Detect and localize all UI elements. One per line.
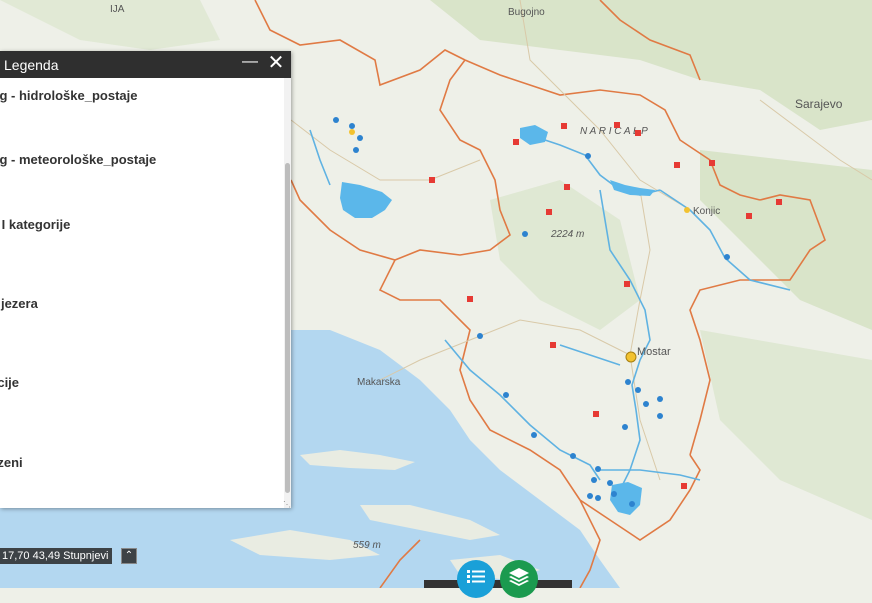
meteo-station-marker[interactable] (513, 139, 519, 145)
minimize-icon[interactable]: — (242, 53, 258, 73)
hydro-station-marker[interactable] (724, 254, 730, 260)
close-icon[interactable]: ✕ (266, 52, 286, 74)
hydro-station-marker[interactable] (629, 501, 635, 507)
hydro-station-marker[interactable] (522, 231, 528, 237)
meteo-station-marker[interactable] (467, 296, 473, 302)
meteo-station-marker[interactable] (624, 281, 630, 287)
hydro-station-marker[interactable] (591, 477, 597, 483)
hydro-station-marker[interactable] (622, 424, 628, 430)
hydro-station-marker[interactable] (477, 333, 483, 339)
legend-widget-button[interactable] (457, 560, 495, 598)
legend-title: Legenda (4, 57, 59, 73)
hydro-station-marker[interactable] (657, 413, 663, 419)
hydro-station-marker[interactable] (333, 117, 339, 123)
hydro-station-marker[interactable] (607, 480, 613, 486)
hydro-station-marker[interactable] (595, 466, 601, 472)
meteo-station-marker[interactable] (746, 213, 752, 219)
meteo-station-marker[interactable] (674, 162, 680, 168)
legend-item-meteo[interactable]: itoring - meteorološke_postaje (0, 152, 156, 167)
legend-scrollbar[interactable] (284, 78, 291, 508)
legend-scrollbar-thumb[interactable] (285, 163, 290, 493)
legend-item-reservoirs[interactable]: mulacije (0, 375, 19, 390)
hydro-station-marker[interactable] (503, 392, 509, 398)
hydro-station-marker[interactable] (625, 379, 631, 385)
hydro-station-marker[interactable] (349, 123, 355, 129)
meteo-station-marker[interactable] (564, 184, 570, 190)
label-peak-559: 559 m (353, 540, 381, 551)
hydro-station-marker[interactable] (587, 493, 593, 499)
meteo-station-marker[interactable] (776, 199, 782, 205)
meteo-station-marker[interactable] (429, 177, 435, 183)
bottom-toolbar (424, 580, 572, 588)
meteo-station-marker[interactable] (709, 160, 715, 166)
hydro-station-marker[interactable] (595, 495, 601, 501)
label-peak-2224: 2224 m (550, 229, 584, 240)
hydro-station-marker[interactable] (353, 147, 359, 153)
legend-panel: Legenda — ✕ itoring - hidrološke_postaje… (0, 51, 291, 508)
label-makarska: Makarska (357, 377, 401, 388)
hydro-station-marker[interactable] (570, 453, 576, 459)
legend-item-watercourses[interactable]: otoci I kategorije (0, 217, 70, 232)
layers-widget-button[interactable] (500, 560, 538, 598)
hydro-station-marker[interactable] (643, 401, 649, 407)
hydro-station-marker[interactable] (635, 387, 641, 393)
meteo-station-marker[interactable] (546, 209, 552, 215)
hydro-station-marker[interactable] (657, 396, 663, 402)
city-marker-mostar[interactable] (625, 351, 637, 363)
resize-handle-icon[interactable]: ⋱ (283, 500, 291, 508)
hydro-station-marker[interactable] (357, 135, 363, 141)
label-bugojno: Bugojno (508, 7, 545, 18)
meteo-station-marker[interactable] (614, 122, 620, 128)
meteo-station-marker[interactable] (550, 342, 556, 348)
legend-item-hydro[interactable]: itoring - hidrološke_postaje (0, 88, 137, 103)
meteo-station-marker[interactable] (635, 130, 641, 136)
label-top-left: IJA (110, 4, 125, 15)
city-marker-konjic[interactable] (684, 207, 690, 213)
legend-item-lakes[interactable]: edna jezera (0, 296, 38, 311)
chevron-up-icon[interactable]: ⌃ (121, 548, 137, 564)
coordinate-readout: 17,70 43,49 Stupnjevi (0, 548, 113, 564)
legend-body[interactable]: itoring - hidrološke_postaje itoring - m… (0, 78, 283, 508)
hydro-station-marker[interactable] (611, 491, 617, 497)
label-mostar: Mostar (637, 346, 671, 358)
city-marker[interactable] (349, 129, 355, 135)
legend-header[interactable]: Legenda — ✕ (0, 51, 291, 78)
label-konjic: Konjic (693, 206, 720, 217)
label-sarajevo: Sarajevo (795, 97, 843, 111)
hydro-station-marker[interactable] (531, 432, 537, 438)
layers-icon (509, 568, 529, 586)
meteo-station-marker[interactable] (561, 123, 567, 129)
meteo-station-marker[interactable] (593, 411, 599, 417)
legend-list-icon (467, 570, 485, 583)
meteo-station-marker[interactable] (681, 483, 687, 489)
hydro-station-marker[interactable] (585, 153, 591, 159)
legend-item-basins[interactable]: ni bazeni (0, 455, 23, 470)
